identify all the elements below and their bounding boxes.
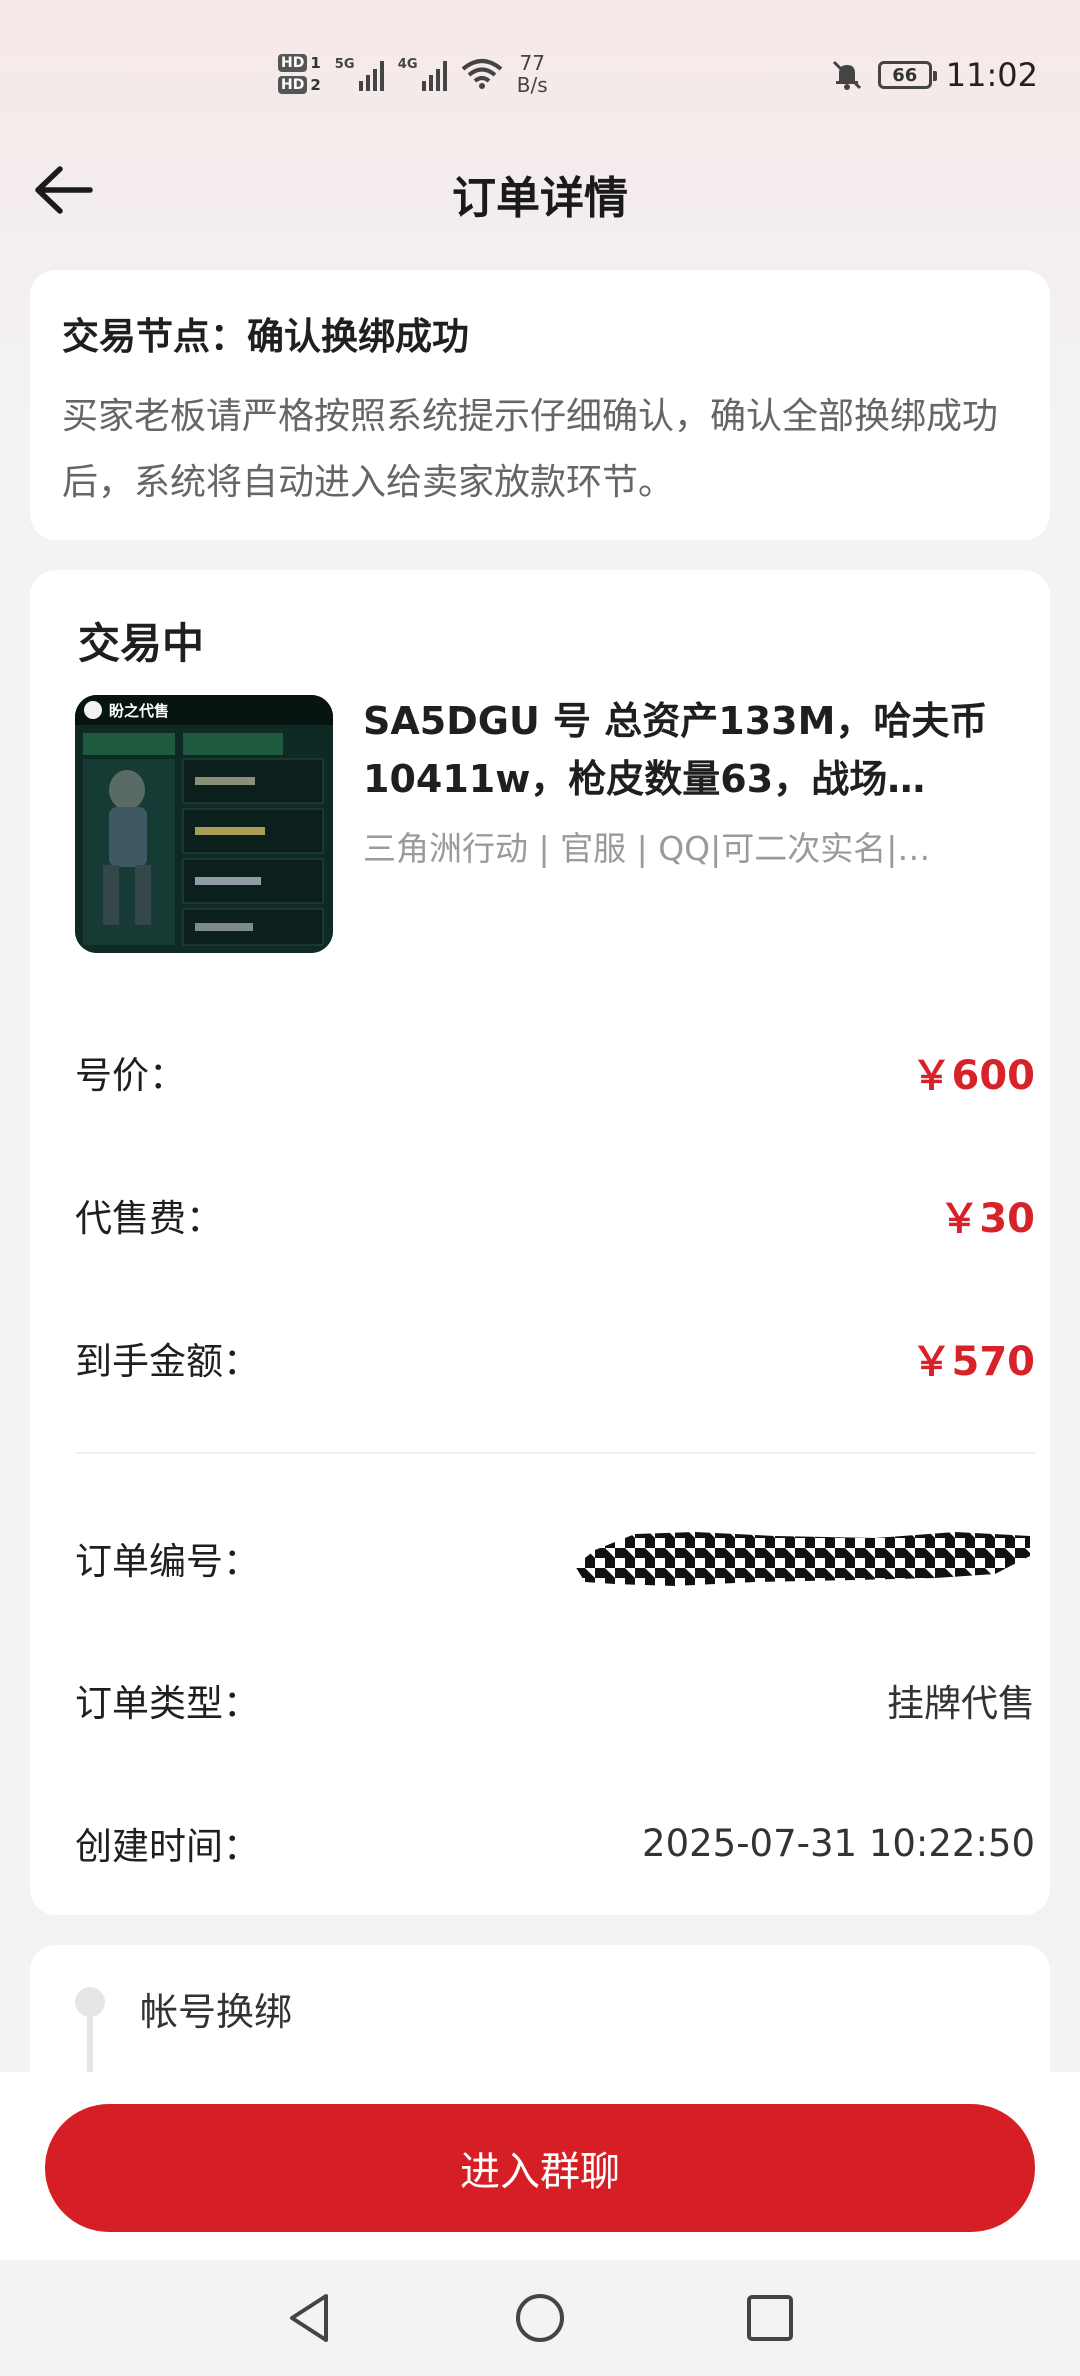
- order-status: 交易中: [78, 619, 205, 668]
- order-type-row: 订单类型： 挂牌代售: [75, 1670, 1035, 1730]
- wifi-icon: [461, 59, 503, 89]
- nav-back-icon[interactable]: [280, 2288, 340, 2348]
- goods-thumbnail[interactable]: 盼之代售: [75, 695, 333, 953]
- hd1-indicator: HD 1: [278, 54, 321, 72]
- trade-node-description: 买家老板请严格按照系统提示仔细确认，确认全部换绑成功后，系统将自动进入给卖家放款…: [62, 396, 999, 503]
- enter-group-chat-button[interactable]: 进入群聊: [45, 2104, 1035, 2232]
- signal-5g-icon: 5G: [335, 57, 384, 91]
- hd2-label: HD: [278, 76, 308, 94]
- status-left: HD 1 HD 2 5G 4G 77 B/s: [278, 44, 548, 104]
- fee-row: 代售费： ￥30: [75, 1185, 1035, 1245]
- price-value: ￥600: [911, 1053, 1036, 1099]
- binding-step-label: 帐号换绑: [140, 1990, 293, 2034]
- app-header: 订单详情: [0, 150, 1080, 230]
- order-number-row: 订单编号：: [75, 1528, 1035, 1588]
- thumb-caption: 盼之代售: [109, 702, 169, 720]
- status-bar: HD 1 HD 2 5G 4G 77 B/s 66 11:02: [0, 0, 1080, 150]
- order-number-redacted: [575, 1532, 1030, 1586]
- page-title: 订单详情: [452, 173, 628, 224]
- created-time-value: 2025-07-31 10:22:50: [642, 1821, 1035, 1865]
- order-card: 交易中 盼之代售 SA5DGU 号 总资产133M，哈夫币10411w，枪皮数量…: [30, 570, 1050, 1915]
- nav-recents-icon[interactable]: [740, 2288, 800, 2348]
- battery-level: 66: [892, 64, 918, 86]
- net-amount-value: ￥570: [911, 1339, 1036, 1385]
- system-nav-bar: [0, 2260, 1080, 2376]
- order-number-label: 订单编号：: [75, 1540, 260, 1583]
- step-dot-icon: [75, 1987, 105, 2017]
- trade-node-title: 交易节点：确认换绑成功: [62, 315, 469, 358]
- hd2-indicator: HD 2: [278, 76, 321, 94]
- clock: 11:02: [945, 56, 1038, 94]
- status-right: 66 11:02: [830, 50, 1038, 100]
- divider: [75, 1452, 1035, 1454]
- price-label: 号价：: [75, 1054, 186, 1097]
- hd1-label: HD: [278, 54, 308, 72]
- price-row: 号价： ￥600: [75, 1042, 1035, 1102]
- order-type-value: 挂牌代售: [887, 1682, 1035, 1725]
- goods-tags: 三角洲行动 | 官服 | QQ|可二次实名|…: [363, 829, 931, 868]
- signal-4g-icon: 4G: [398, 57, 447, 91]
- nav-home-icon[interactable]: [510, 2288, 570, 2348]
- battery-icon: 66: [877, 61, 937, 89]
- net-amount-label: 到手金额：: [75, 1340, 260, 1383]
- network-4g-label: 4G: [397, 57, 418, 72]
- network-speed: 77 B/s: [517, 52, 548, 96]
- hd1-sub: 1: [310, 54, 321, 72]
- order-type-label: 订单类型：: [75, 1682, 260, 1725]
- created-time-row: 创建时间： 2025-07-31 10:22:50: [75, 1813, 1035, 1873]
- net-amount-row: 到手金额： ￥570: [75, 1328, 1035, 1388]
- hd2-sub: 2: [310, 76, 321, 94]
- network-5g-label: 5G: [334, 57, 355, 72]
- bottom-action-bar: 进入群聊: [0, 2072, 1080, 2260]
- hd-indicators: HD 1 HD 2: [278, 54, 321, 94]
- created-time-label: 创建时间：: [75, 1825, 260, 1868]
- speed-unit: B/s: [516, 73, 548, 97]
- mute-bell-icon: [832, 60, 861, 90]
- goods-thumbnail-image: 盼之代售: [75, 695, 333, 953]
- speed-value: 77: [519, 51, 545, 75]
- trade-node-card: 交易节点：确认换绑成功 买家老板请严格按照系统提示仔细确认，确认全部换绑成功后，…: [30, 270, 1050, 540]
- fee-label: 代售费：: [75, 1197, 223, 1240]
- fee-value: ￥30: [939, 1196, 1035, 1242]
- goods-title[interactable]: SA5DGU 号 总资产133M，哈夫币10411w，枪皮数量63，战场…: [363, 692, 1003, 808]
